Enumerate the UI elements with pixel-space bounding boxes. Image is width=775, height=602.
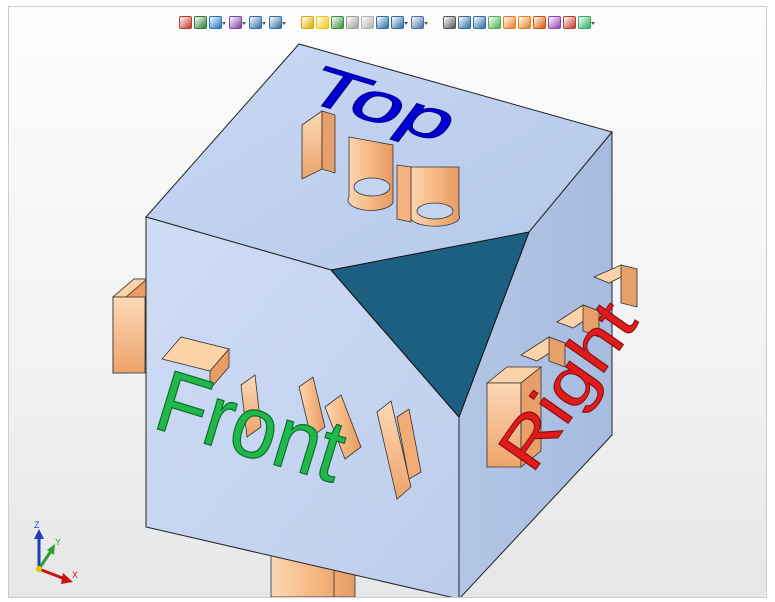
axis-triad: Z Y X	[34, 520, 78, 584]
left-side-boss[interactable]	[111, 278, 149, 374]
z-axis-label: Z	[34, 520, 40, 530]
model-scene[interactable]: Top Front Right Z Y X	[9, 7, 767, 598]
y-axis-label: Y	[55, 537, 61, 547]
graphics-viewport[interactable]: Top Front Right Z Y X	[8, 6, 767, 598]
x-axis-label: X	[72, 570, 78, 580]
